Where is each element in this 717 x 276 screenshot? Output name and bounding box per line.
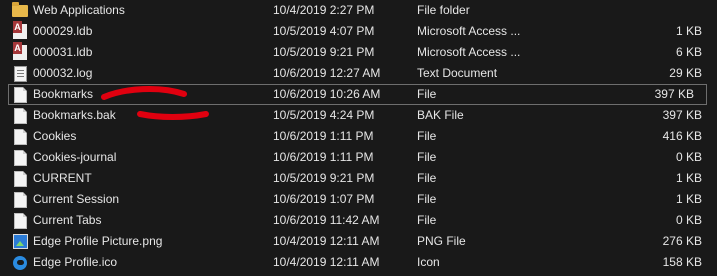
file-size: 397 KB: [654, 87, 694, 101]
file-row-current[interactable]: CURRENT 10/5/2019 9:21 PM File 1 KB: [0, 168, 717, 189]
file-icon: [12, 168, 28, 189]
file-type: File: [417, 129, 437, 143]
file-row-bookmarks-bak[interactable]: Bookmarks.bak 10/5/2019 4:24 PM BAK File…: [0, 105, 717, 126]
file-name: CURRENT: [33, 171, 92, 185]
file-name: 000029.ldb: [33, 24, 93, 38]
file-type: Microsoft Access ...: [417, 45, 521, 59]
file-type: File: [417, 192, 437, 206]
file-date-modified: 10/6/2019 1:11 PM: [273, 150, 374, 164]
file-type: Icon: [417, 255, 440, 269]
file-size: 1 KB: [675, 192, 702, 206]
file-name: 000032.log: [33, 66, 93, 80]
file-row-current-tabs[interactable]: Current Tabs 10/6/2019 11:42 AM File 0 K…: [0, 210, 717, 231]
file-size: 276 KB: [662, 234, 702, 248]
file-row-web-applications[interactable]: Web Applications 10/4/2019 2:27 PM File …: [0, 0, 717, 21]
file-name: Bookmarks.bak: [33, 108, 116, 122]
file-size: 158 KB: [662, 255, 702, 269]
file-name: Edge Profile Picture.png: [33, 234, 163, 248]
access-file-icon: [12, 42, 28, 63]
file-name: Cookies: [33, 129, 77, 143]
file-row-000029-ldb[interactable]: 000029.ldb 10/5/2019 4:07 PM Microsoft A…: [0, 21, 717, 42]
file-type: File folder: [417, 3, 470, 17]
file-size: 0 KB: [675, 150, 702, 164]
file-size: 1 KB: [675, 24, 702, 38]
file-name: Edge Profile.ico: [33, 255, 118, 269]
file-date-modified: 10/5/2019 9:21 PM: [273, 45, 375, 59]
file-type: Text Document: [417, 66, 498, 80]
file-size: 29 KB: [669, 66, 702, 80]
file-list: Web Applications 10/4/2019 2:27 PM File …: [0, 0, 717, 273]
file-date-modified: 10/5/2019 4:07 PM: [273, 24, 375, 38]
file-icon: [12, 84, 28, 105]
file-type: File: [417, 87, 437, 101]
file-row-cookies-journal[interactable]: Cookies-journal 10/6/2019 1:11 PM File 0…: [0, 147, 717, 168]
file-date-modified: 10/4/2019 12:11 AM: [273, 234, 380, 248]
file-date-modified: 10/5/2019 9:21 PM: [273, 171, 375, 185]
file-icon: [12, 189, 28, 210]
file-name: Bookmarks: [33, 87, 94, 101]
text-document-icon: [12, 63, 28, 84]
file-date-modified: 10/6/2019 12:27 AM: [273, 66, 381, 80]
file-row-000032-log[interactable]: 000032.log 10/6/2019 12:27 AM Text Docum…: [0, 63, 717, 84]
file-size: 6 KB: [675, 45, 702, 59]
file-date-modified: 10/6/2019 1:07 PM: [273, 192, 375, 206]
file-row-cookies[interactable]: Cookies 10/6/2019 1:11 PM File 416 KB: [0, 126, 717, 147]
file-row-edge-profile-ico[interactable]: Edge Profile.ico 10/4/2019 12:11 AM Icon…: [0, 252, 717, 273]
file-name: 000031.ldb: [33, 45, 93, 59]
file-date-modified: 10/6/2019 1:11 PM: [273, 129, 374, 143]
file-icon: [12, 105, 28, 126]
file-date-modified: 10/4/2019 2:27 PM: [273, 3, 375, 17]
file-type: PNG File: [417, 234, 466, 248]
file-date-modified: 10/6/2019 10:26 AM: [273, 87, 381, 101]
file-date-modified: 10/6/2019 11:42 AM: [273, 213, 380, 227]
file-type: File: [417, 213, 437, 227]
access-file-icon: [12, 21, 28, 42]
file-type: BAK File: [417, 108, 464, 122]
folder-icon: [12, 0, 28, 21]
file-size: 0 KB: [675, 213, 702, 227]
edge-icon: [12, 252, 28, 273]
file-icon: [12, 147, 28, 168]
file-row-edge-profile-picture[interactable]: Edge Profile Picture.png 10/4/2019 12:11…: [0, 231, 717, 252]
file-row-current-session[interactable]: Current Session 10/6/2019 1:07 PM File 1…: [0, 189, 717, 210]
file-date-modified: 10/4/2019 12:11 AM: [273, 255, 380, 269]
file-type: Microsoft Access ...: [417, 24, 521, 38]
file-date-modified: 10/5/2019 4:24 PM: [273, 108, 375, 122]
file-name: Current Tabs: [33, 213, 102, 227]
file-row-000031-ldb[interactable]: 000031.ldb 10/5/2019 9:21 PM Microsoft A…: [0, 42, 717, 63]
file-name: Web Applications: [33, 3, 125, 17]
file-type: File: [417, 150, 437, 164]
file-name: Cookies-journal: [33, 150, 117, 164]
file-size: 397 KB: [662, 108, 702, 122]
file-type: File: [417, 171, 437, 185]
png-image-icon: [12, 231, 28, 252]
file-size: 416 KB: [662, 129, 702, 143]
file-size: 1 KB: [675, 171, 702, 185]
file-name: Current Session: [33, 192, 120, 206]
file-icon: [12, 210, 28, 231]
file-row-bookmarks[interactable]: Bookmarks 10/6/2019 10:26 AM File 397 KB: [8, 84, 707, 105]
file-icon: [12, 126, 28, 147]
